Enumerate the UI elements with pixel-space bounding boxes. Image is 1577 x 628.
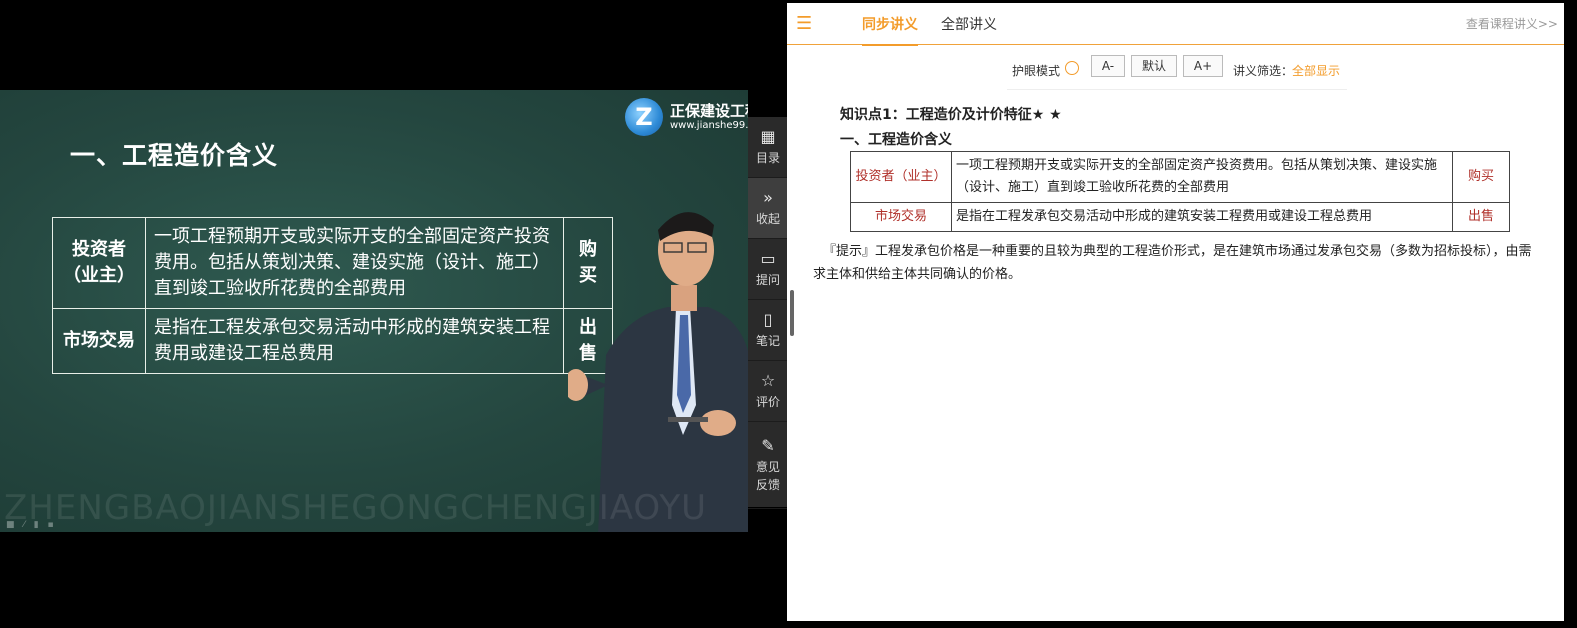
slide-term: 投资者（业主）: [52, 216, 146, 310]
eye-mode-toggle[interactable]: [1065, 61, 1079, 75]
table-desc: 是指在工程发承包交易活动中形成的建筑安装工程费用或建设工程总费用: [951, 202, 1453, 233]
question-icon: ▭: [760, 249, 776, 268]
handout-table: 投资者（业主） 一项工程预期开支或实际开支的全部固定资产投资费用。包括从策划决策…: [850, 150, 1510, 233]
table-row: 市场交易 是指在工程发承包交易活动中形成的建筑安装工程费用或建设工程总费用 出售: [850, 202, 1510, 233]
feedback-icon: ✎: [761, 435, 775, 455]
font-default-button[interactable]: 默认: [1131, 55, 1177, 77]
table-action: 出售: [1452, 202, 1510, 233]
toolbar-label: 意见反馈: [755, 459, 780, 492]
slide-title: 一、工程造价含义: [70, 141, 279, 170]
handout-panel: ☰ 同步讲义 全部讲义 查看课程讲义>> 护眼模式 A- 默认 A+ 讲义筛选：…: [787, 3, 1564, 621]
filter-dropdown[interactable]: 全部显示: [1292, 62, 1340, 79]
video-watermark: ZHENGBAOJIANSHEGONGCHENGJIAOYU: [4, 488, 707, 528]
toolbar-feedback-button[interactable]: ✎ 意见反馈: [748, 422, 788, 509]
reading-settings: 护眼模式 A- 默认 A+ 讲义筛选： 全部显示: [1007, 55, 1347, 90]
panel-header: ☰ 同步讲义 全部讲义 查看课程讲义>>: [787, 3, 1564, 46]
brand-logo-icon: Z: [625, 98, 663, 136]
toolbar-collapse-button[interactable]: » 收起: [748, 178, 788, 239]
side-toolbar: ▦ 目录 » 收起 ▭ 提问 ▯ 笔记 ☆ 评价 ✎ 意见反馈: [748, 117, 788, 509]
table-term: 投资者（业主）: [850, 150, 952, 204]
tip-paragraph: 『提示』工程发承包价格是一种重要的且较为典型的工程造价形式，是在建筑市场通过发承…: [813, 244, 1532, 282]
filter-label: 讲义筛选：: [1233, 64, 1294, 78]
toolbar-note-button[interactable]: ▯ 笔记: [748, 300, 788, 361]
table-desc: 一项工程预期开支或实际开支的全部固定资产投资费用。包括从策划决策、建设实施（设计…: [951, 150, 1453, 204]
toolbar-catalog-button[interactable]: ▦ 目录: [748, 117, 788, 178]
slide-table: 投资者（业主） 一项工程预期开支或实际开支的全部固定资产投资费用。包括从策划决策…: [52, 216, 613, 375]
knowledge-point-title: 知识点1：工程造价及计价特征★ ★: [840, 107, 1062, 123]
slide-table-row: 投资者（业主） 一项工程预期开支或实际开支的全部固定资产投资费用。包括从策划决策…: [52, 216, 613, 310]
note-icon: ▯: [763, 310, 773, 329]
brand-name: 正保建设工程教育网: [670, 102, 748, 120]
collapse-icon: »: [763, 188, 773, 207]
slide-desc: 是指在工程发承包交易活动中形成的建筑安装工程费用或建设工程总费用: [145, 308, 564, 375]
slide-table-row: 市场交易 是指在工程发承包交易活动中形成的建筑安装工程费用或建设工程总费用 出售: [52, 308, 613, 375]
toolbar-label: 评价: [755, 395, 780, 409]
brand-logo-block: Z 正保建设工程教育网 www.jianshe99.com: [625, 98, 748, 138]
slide-term: 市场交易: [52, 308, 146, 375]
tab-all-handout[interactable]: 全部讲义: [941, 14, 997, 34]
toolbar-question-button[interactable]: ▭ 提问: [748, 239, 788, 300]
font-larger-button[interactable]: A+: [1183, 55, 1223, 77]
toolbar-label: 收起: [755, 212, 780, 226]
view-course-handout-link[interactable]: 查看课程讲义>>: [1466, 15, 1558, 32]
video-player[interactable]: 一、工程造价含义 Z 正保建设工程教育网 www.jianshe99.com 投…: [0, 90, 748, 532]
menu-icon[interactable]: ☰: [796, 13, 812, 34]
font-smaller-button[interactable]: A-: [1091, 55, 1125, 77]
star-icon: ☆: [760, 371, 776, 390]
table-row: 投资者（业主） 一项工程预期开支或实际开支的全部固定资产投资费用。包括从策划决策…: [850, 150, 1510, 204]
presenter-image: [568, 212, 748, 532]
toolbar-label: 笔记: [755, 334, 780, 348]
toolbar-label: 目录: [755, 151, 780, 165]
panel-resize-handle[interactable]: [790, 290, 794, 336]
section-title: 一、工程造价含义: [840, 132, 952, 148]
table-term: 市场交易: [850, 202, 952, 233]
toolbar-label: 提问: [755, 273, 780, 287]
grid-icon: ▦: [760, 127, 776, 146]
slide-desc: 一项工程预期开支或实际开支的全部固定资产投资费用。包括从策划决策、建设实施（设计…: [145, 216, 564, 310]
tab-sync-handout[interactable]: 同步讲义: [862, 14, 918, 46]
video-controls-icon[interactable]: ■ ⁄ ▮ ▪: [6, 520, 57, 530]
table-action: 购买: [1452, 150, 1510, 204]
eye-mode-label: 护眼模式: [1012, 64, 1061, 78]
toolbar-rate-button[interactable]: ☆ 评价: [748, 361, 788, 422]
brand-url: www.jianshe99.com: [670, 120, 748, 131]
